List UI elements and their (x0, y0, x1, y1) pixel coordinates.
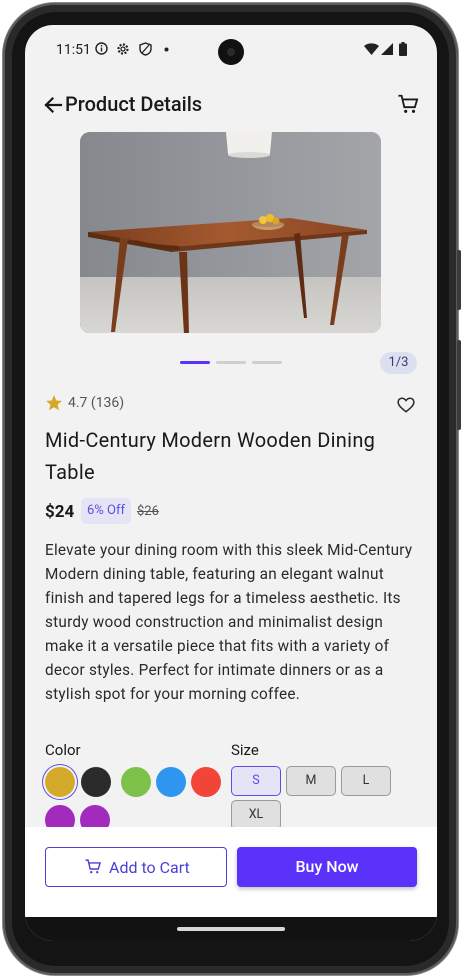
page-title: Product Details (65, 92, 203, 116)
size-option-xl[interactable]: XL (231, 800, 281, 830)
status-bar: 11:51 (25, 25, 437, 75)
gallery-dot-active[interactable] (180, 361, 210, 364)
battery-icon (399, 42, 407, 56)
wifi-icon (364, 43, 379, 55)
cart-icon[interactable] (397, 93, 419, 115)
size-option-m[interactable]: M (286, 766, 336, 796)
add-to-cart-label: Add to Cart (109, 858, 190, 877)
size-option-l[interactable]: L (341, 766, 391, 796)
notification-dot-icon (164, 47, 169, 52)
gallery-dot[interactable] (216, 361, 246, 364)
back-arrow-icon[interactable] (43, 95, 63, 115)
home-gesture-handle[interactable] (177, 927, 285, 931)
star-icon (46, 395, 62, 411)
product-description: Elevate your dining room with this sleek… (45, 541, 413, 703)
color-swatch[interactable] (156, 767, 186, 797)
color-swatch[interactable] (45, 767, 75, 797)
color-label: Color (45, 741, 81, 759)
product-name: Mid-Century Modern Wooden Dining Table (45, 428, 376, 484)
settings-icon (117, 43, 129, 55)
cart-icon (85, 859, 102, 874)
gallery-page-counter: 1/3 (380, 352, 417, 374)
color-swatch[interactable] (81, 767, 111, 797)
discount-badge: 6% Off (81, 498, 132, 524)
add-to-cart-button[interactable]: Add to Cart (45, 847, 227, 887)
size-option-s[interactable]: S (231, 766, 281, 796)
status-time: 11:51 (56, 42, 91, 58)
rating-text: 4.7 (136) (68, 395, 125, 411)
table-photo (80, 132, 381, 333)
bottom-action-bar: Add to Cart Buy Now (25, 827, 437, 917)
color-swatch[interactable] (121, 767, 151, 797)
cellular-signal-icon (381, 43, 393, 55)
system-nav-bar (25, 917, 437, 941)
original-price: $26 (137, 504, 159, 519)
color-swatch[interactable] (191, 767, 221, 797)
volume-button (457, 250, 461, 310)
front-camera (218, 39, 244, 65)
app-bar: Product Details (25, 89, 437, 123)
heart-icon[interactable] (397, 397, 415, 413)
size-label: Size (231, 741, 259, 759)
shield-icon (139, 42, 152, 56)
info-icon (95, 42, 108, 55)
screen: 11:51 Product Details 1/3 4.7 (136) Mid-… (25, 25, 437, 941)
buy-now-button[interactable]: Buy Now (237, 847, 417, 887)
power-button (457, 340, 461, 430)
product-price: $24 (45, 502, 75, 522)
gallery-dot[interactable] (252, 361, 282, 364)
product-image[interactable] (80, 132, 381, 333)
